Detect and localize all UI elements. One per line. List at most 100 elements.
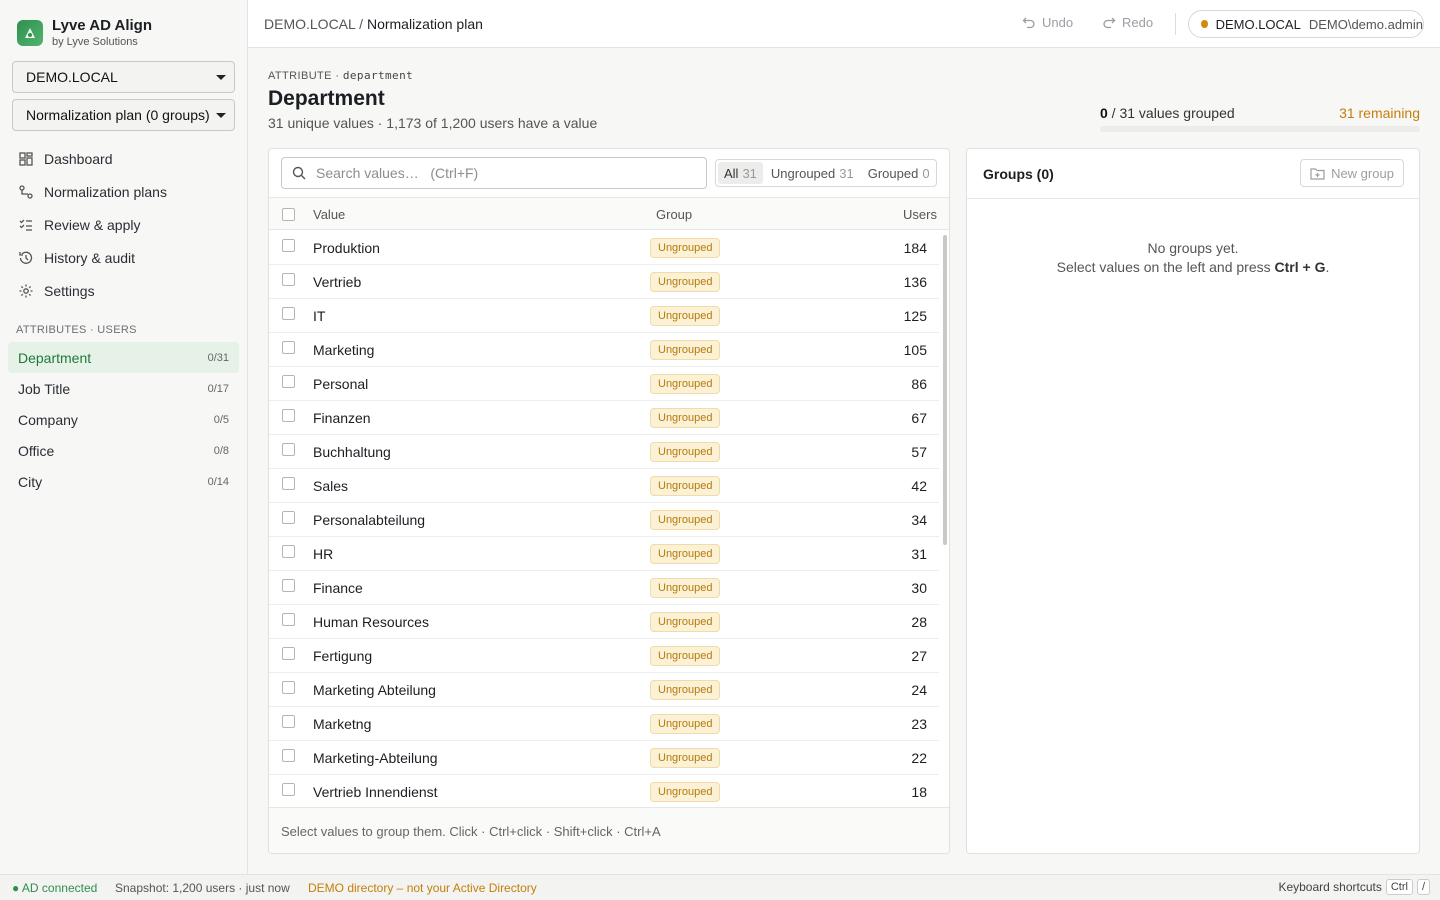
- row-value: Sales: [313, 478, 349, 494]
- row-value: Human Resources: [313, 614, 429, 630]
- plans-icon: [19, 184, 33, 199]
- nav-history-audit[interactable]: History & audit: [8, 241, 240, 274]
- column-header-group[interactable]: Group: [656, 207, 692, 222]
- filter-ungrouped[interactable]: Ungrouped 31: [765, 162, 860, 184]
- attribute-label: Company: [18, 411, 78, 428]
- table-row[interactable]: Marketing-Abteilung Ungrouped 22: [269, 741, 939, 775]
- table-row[interactable]: Marketing Ungrouped 105: [269, 333, 939, 367]
- chevron-down-icon: [216, 113, 226, 118]
- new-group-button[interactable]: New group: [1300, 159, 1404, 187]
- keyboard-shortcuts-button[interactable]: Keyboard shortcuts Ctrl /: [1278, 879, 1430, 895]
- row-checkbox[interactable]: [282, 613, 295, 626]
- redo-button[interactable]: Redo: [1102, 15, 1153, 30]
- connection-domain: DEMO.LOCAL: [1215, 16, 1301, 32]
- dashboard-icon: [19, 151, 33, 166]
- row-checkbox[interactable]: [282, 783, 295, 796]
- row-user-count: 57: [911, 444, 927, 460]
- row-checkbox[interactable]: [282, 545, 295, 558]
- group-status-badge: Ungrouped: [650, 782, 721, 802]
- attribute-item-office[interactable]: Office 0/8: [8, 435, 239, 466]
- attribute-item-department[interactable]: Department 0/31: [8, 342, 239, 373]
- connection-pill[interactable]: DEMO.LOCAL DEMO\demo.admin: [1188, 10, 1424, 38]
- column-header-users[interactable]: Users: [903, 207, 937, 222]
- search-box[interactable]: [281, 157, 707, 189]
- filter-segmented-control: All 31 Ungrouped 31 Grouped 0: [715, 159, 937, 187]
- table-row[interactable]: Marketng Ungrouped 23: [269, 707, 939, 741]
- table-scrollbar[interactable]: [943, 235, 947, 545]
- row-checkbox[interactable]: [282, 477, 295, 490]
- row-checkbox[interactable]: [282, 239, 295, 252]
- group-status-badge: Ungrouped: [650, 680, 721, 700]
- table-row[interactable]: Personal Ungrouped 86: [269, 367, 939, 401]
- group-status-badge: Ungrouped: [650, 544, 721, 564]
- folder-plus-icon: [1310, 167, 1325, 180]
- row-user-count: 34: [911, 512, 927, 528]
- table-row[interactable]: Finance Ungrouped 30: [269, 571, 939, 605]
- empty-hint-end: .: [1325, 259, 1330, 275]
- row-user-count: 125: [903, 308, 927, 324]
- row-checkbox[interactable]: [282, 307, 295, 320]
- row-value: Vertrieb: [313, 274, 362, 290]
- table-row[interactable]: Marketing Abteilung Ungrouped 24: [269, 673, 939, 707]
- search-input[interactable]: [316, 165, 676, 181]
- breadcrumb-root[interactable]: DEMO.LOCAL: [264, 16, 355, 32]
- row-checkbox[interactable]: [282, 647, 295, 660]
- domain-select[interactable]: DEMO.LOCAL: [12, 61, 235, 93]
- plan-select[interactable]: Normalization plan (0 groups): [12, 99, 235, 131]
- nav-label: History & audit: [44, 249, 136, 266]
- row-checkbox[interactable]: [282, 409, 295, 422]
- row-checkbox[interactable]: [282, 375, 295, 388]
- table-row[interactable]: Finanzen Ungrouped 67: [269, 401, 939, 435]
- table-row[interactable]: Fertigung Ungrouped 27: [269, 639, 939, 673]
- progress-text: 0 / 31 values grouped: [1100, 105, 1235, 121]
- search-icon: [292, 166, 306, 180]
- column-header-value[interactable]: Value: [313, 207, 345, 222]
- row-value: Fertigung: [313, 648, 373, 664]
- undo-button[interactable]: Undo: [1022, 15, 1073, 30]
- row-checkbox[interactable]: [282, 715, 295, 728]
- filter-all[interactable]: All 31: [718, 162, 763, 184]
- topbar: DEMO.LOCAL / Normalization plan Undo Red…: [248, 0, 1440, 48]
- gear-icon: [19, 284, 33, 297]
- row-user-count: 18: [911, 784, 927, 800]
- row-value: Finance: [313, 580, 363, 596]
- main-nav: Dashboard Normalization plans Review & a…: [8, 142, 240, 307]
- nav-normalization-plans[interactable]: Normalization plans: [8, 175, 240, 208]
- redo-label: Redo: [1122, 15, 1154, 30]
- table-row[interactable]: Vertrieb Ungrouped 136: [269, 265, 939, 299]
- row-checkbox[interactable]: [282, 749, 295, 762]
- nav-review-apply[interactable]: Review & apply: [8, 208, 240, 241]
- attribute-item-company[interactable]: Company 0/5: [8, 404, 239, 435]
- filter-grouped[interactable]: Grouped 0: [862, 162, 936, 184]
- row-checkbox[interactable]: [282, 681, 295, 694]
- filter-count: 31: [839, 165, 854, 181]
- attribute-label: ATTRIBUTE · department: [268, 69, 413, 82]
- table-row[interactable]: Buchhaltung Ungrouped 57: [269, 435, 939, 469]
- row-user-count: 42: [911, 478, 927, 494]
- table-row[interactable]: Sales Ungrouped 42: [269, 469, 939, 503]
- row-checkbox[interactable]: [282, 579, 295, 592]
- table-row[interactable]: Personalabteilung Ungrouped 34: [269, 503, 939, 537]
- row-value: IT: [313, 308, 326, 324]
- row-value: Personalabteilung: [313, 512, 426, 528]
- attribute-count: 0/5: [213, 413, 229, 426]
- row-user-count: 136: [903, 274, 927, 290]
- select-all-checkbox[interactable]: [282, 208, 295, 221]
- row-checkbox[interactable]: [282, 341, 295, 354]
- table-row[interactable]: IT Ungrouped 125: [269, 299, 939, 333]
- attribute-prefix: ATTRIBUTE ·: [268, 70, 340, 82]
- attribute-item-city[interactable]: City 0/14: [8, 466, 239, 497]
- status-bar: ● AD connected Snapshot: 1,200 users · j…: [0, 874, 1440, 900]
- row-checkbox[interactable]: [282, 511, 295, 524]
- row-checkbox[interactable]: [282, 273, 295, 286]
- attribute-item-job-title[interactable]: Job Title 0/17: [8, 373, 239, 404]
- nav-dashboard[interactable]: Dashboard: [8, 142, 240, 175]
- row-checkbox[interactable]: [282, 443, 295, 456]
- table-row[interactable]: Human Resources Ungrouped 28: [269, 605, 939, 639]
- table-row[interactable]: HR Ungrouped 31: [269, 537, 939, 571]
- table-row[interactable]: Vertrieb Innendienst Ungrouped 18: [269, 775, 939, 809]
- nav-settings[interactable]: Settings: [8, 274, 240, 307]
- table-row[interactable]: Produktion Ungrouped 184: [269, 231, 939, 265]
- main-content: ATTRIBUTE · department Department 31 uni…: [248, 48, 1440, 874]
- groups-panel-header: Groups (0) New group: [967, 149, 1419, 199]
